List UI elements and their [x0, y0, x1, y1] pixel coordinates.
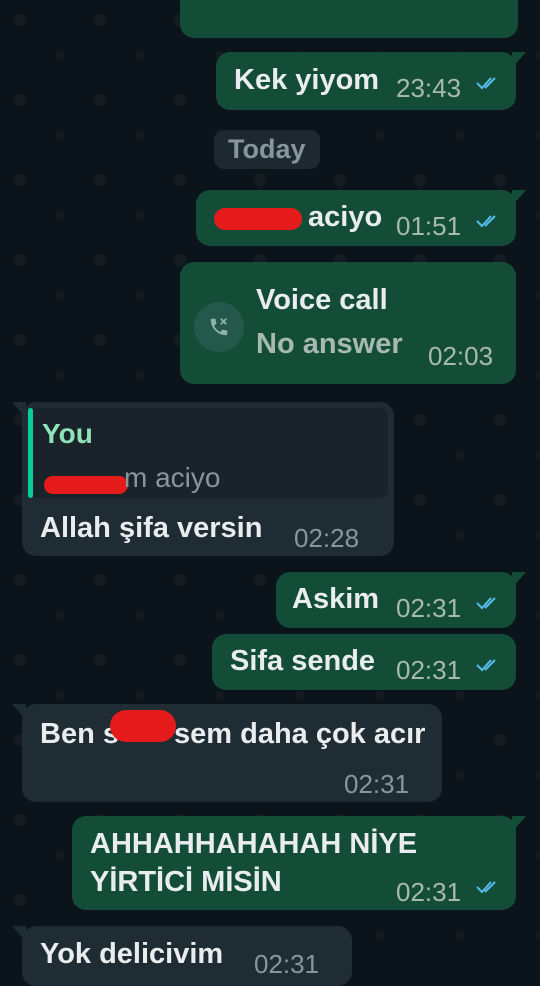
message-bubble[interactable]: Yok delicivim 02:31	[12, 926, 352, 986]
message-time: 01:51	[396, 211, 462, 241]
bubble-tail	[12, 926, 26, 942]
redaction-mark	[214, 208, 302, 230]
bubble-tail	[12, 704, 26, 720]
message-time: 02:31	[396, 593, 462, 623]
message-time: 02:31	[254, 949, 320, 979]
phone-missed-icon	[210, 318, 228, 336]
call-icon-circle	[194, 302, 244, 352]
message-text: Askim	[292, 583, 380, 615]
call-status: No answer	[256, 328, 403, 360]
message-time: 23:43	[396, 73, 462, 103]
quote-bar	[28, 408, 33, 498]
message-text-line1: AHHAHHAHAHAH NİYE	[90, 828, 418, 860]
redaction-mark	[44, 476, 128, 494]
message-text-start: Ben s	[40, 718, 119, 750]
bubble-tail	[12, 402, 26, 418]
message-text: Allah şifa versin	[40, 512, 263, 544]
quote-text: m aciyo	[124, 462, 221, 493]
message-text: Kek yiyom	[234, 64, 380, 96]
message-text: Sifa sende	[230, 645, 376, 677]
message-time: 02:31	[396, 877, 462, 907]
quoted-message[interactable]: You m aciyo	[28, 408, 388, 498]
message-bubble-partial[interactable]	[180, 0, 518, 38]
message-time: 02:31	[396, 655, 462, 685]
redaction-mark	[110, 710, 176, 742]
message-text-line2: YİRTİCİ MİSİN	[90, 866, 282, 898]
message-time: 02:28	[294, 523, 360, 553]
message-bubble[interactable]: aciyo 01:51	[196, 190, 526, 246]
double-check-icon	[476, 881, 496, 894]
message-bubble[interactable]: AHHAHHAHAHAH NİYE YİRTİCİ MİSİN 02:31	[72, 816, 526, 910]
message-text-end: sem daha çok acır	[174, 718, 426, 750]
message-bubble[interactable]: Askim 02:31	[276, 572, 526, 628]
quote-author: You	[42, 418, 93, 449]
message-text: Yok delicivim	[40, 938, 224, 970]
message-time: 02:31	[344, 769, 410, 799]
double-check-icon	[476, 215, 496, 228]
message-bubble[interactable]: You m aciyo Allah şifa versin 02:28	[12, 402, 394, 556]
bubble-tail	[512, 190, 526, 206]
date-divider: Today	[214, 130, 320, 169]
message-bubble[interactable]: Ben s sem daha çok acır 02:31	[12, 704, 442, 802]
message-bubble[interactable]: Kek yiyom 23:43	[216, 52, 526, 110]
message-text: aciyo	[308, 201, 383, 233]
bubble-tail	[512, 572, 526, 588]
bubble-tail	[512, 816, 526, 832]
double-check-icon	[476, 77, 496, 90]
double-check-icon	[476, 597, 496, 610]
bubble-tail	[512, 52, 526, 68]
message-time: 02:03	[428, 341, 494, 371]
call-bubble[interactable]: Voice call No answer 02:03	[180, 262, 516, 384]
call-title: Voice call	[256, 284, 388, 316]
message-bubble[interactable]: Sifa sende 02:31	[212, 634, 516, 690]
double-check-icon	[476, 659, 496, 672]
